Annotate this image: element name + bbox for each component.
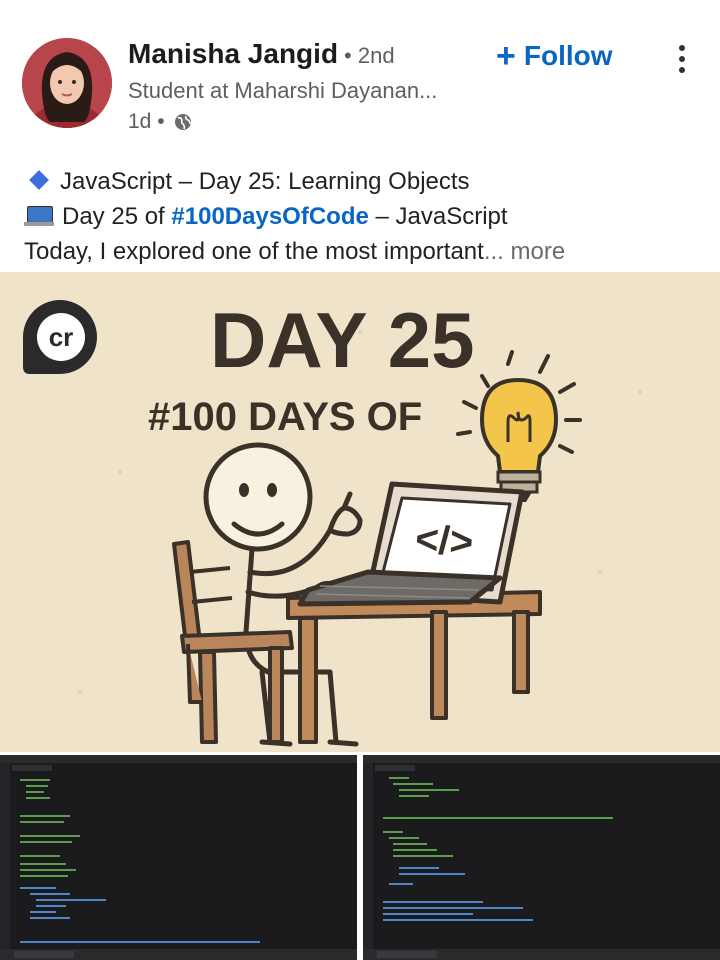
code-symbol: </> [414,517,475,565]
see-more-link[interactable]: more [511,238,566,265]
code-screenshots [0,752,720,960]
days-subtitle: #100 DAYS OF [148,395,422,439]
vscode-screenshot-image [0,755,357,960]
more-vertical-icon[interactable] [670,45,694,79]
avatar-photo [22,38,112,128]
author-avatar[interactable] [22,38,112,128]
post-image[interactable]: cr DAY 25 #100 DAYS OF </> [0,272,720,752]
post-line-1: JavaScript – Day 25: Learning Objects [24,164,704,199]
follow-label: Follow [523,40,613,71]
blue-diamond-icon [29,170,49,190]
follow-button[interactable]: + Follow [496,37,613,75]
author-name-row: Manisha Jangid • 2nd [128,38,395,70]
svg-text:cr: cr [49,322,74,352]
post-time: 1d • [128,110,165,133]
cr-logo: cr [23,300,97,374]
post-meta: 1d • [128,110,193,134]
code-screenshot-1[interactable] [0,755,357,960]
author-name[interactable]: Manisha Jangid [128,38,338,70]
vscode-screenshot-image [363,755,720,960]
hashtag-link[interactable]: #100DaysOfCode [171,203,368,230]
post-header: Manisha Jangid • 2nd Student at Maharshi… [0,0,720,150]
author-headline: Student at Maharshi Dayanan... [128,78,438,103]
day-title: DAY 25 [210,296,475,384]
connection-degree: • 2nd [344,43,395,68]
plus-icon: + [496,37,516,75]
post-line-2: Day 25 of #100DaysOfCode – JavaScript [24,199,704,234]
day25-illustration: cr DAY 25 #100 DAYS OF </> [0,272,720,752]
laptop-icon [24,206,54,226]
globe-icon [174,114,191,130]
post-line-3: Today, I explored one of the most import… [24,238,566,265]
post-text: JavaScript – Day 25: Learning Objects Da… [24,164,704,269]
code-screenshot-2[interactable] [363,755,720,960]
